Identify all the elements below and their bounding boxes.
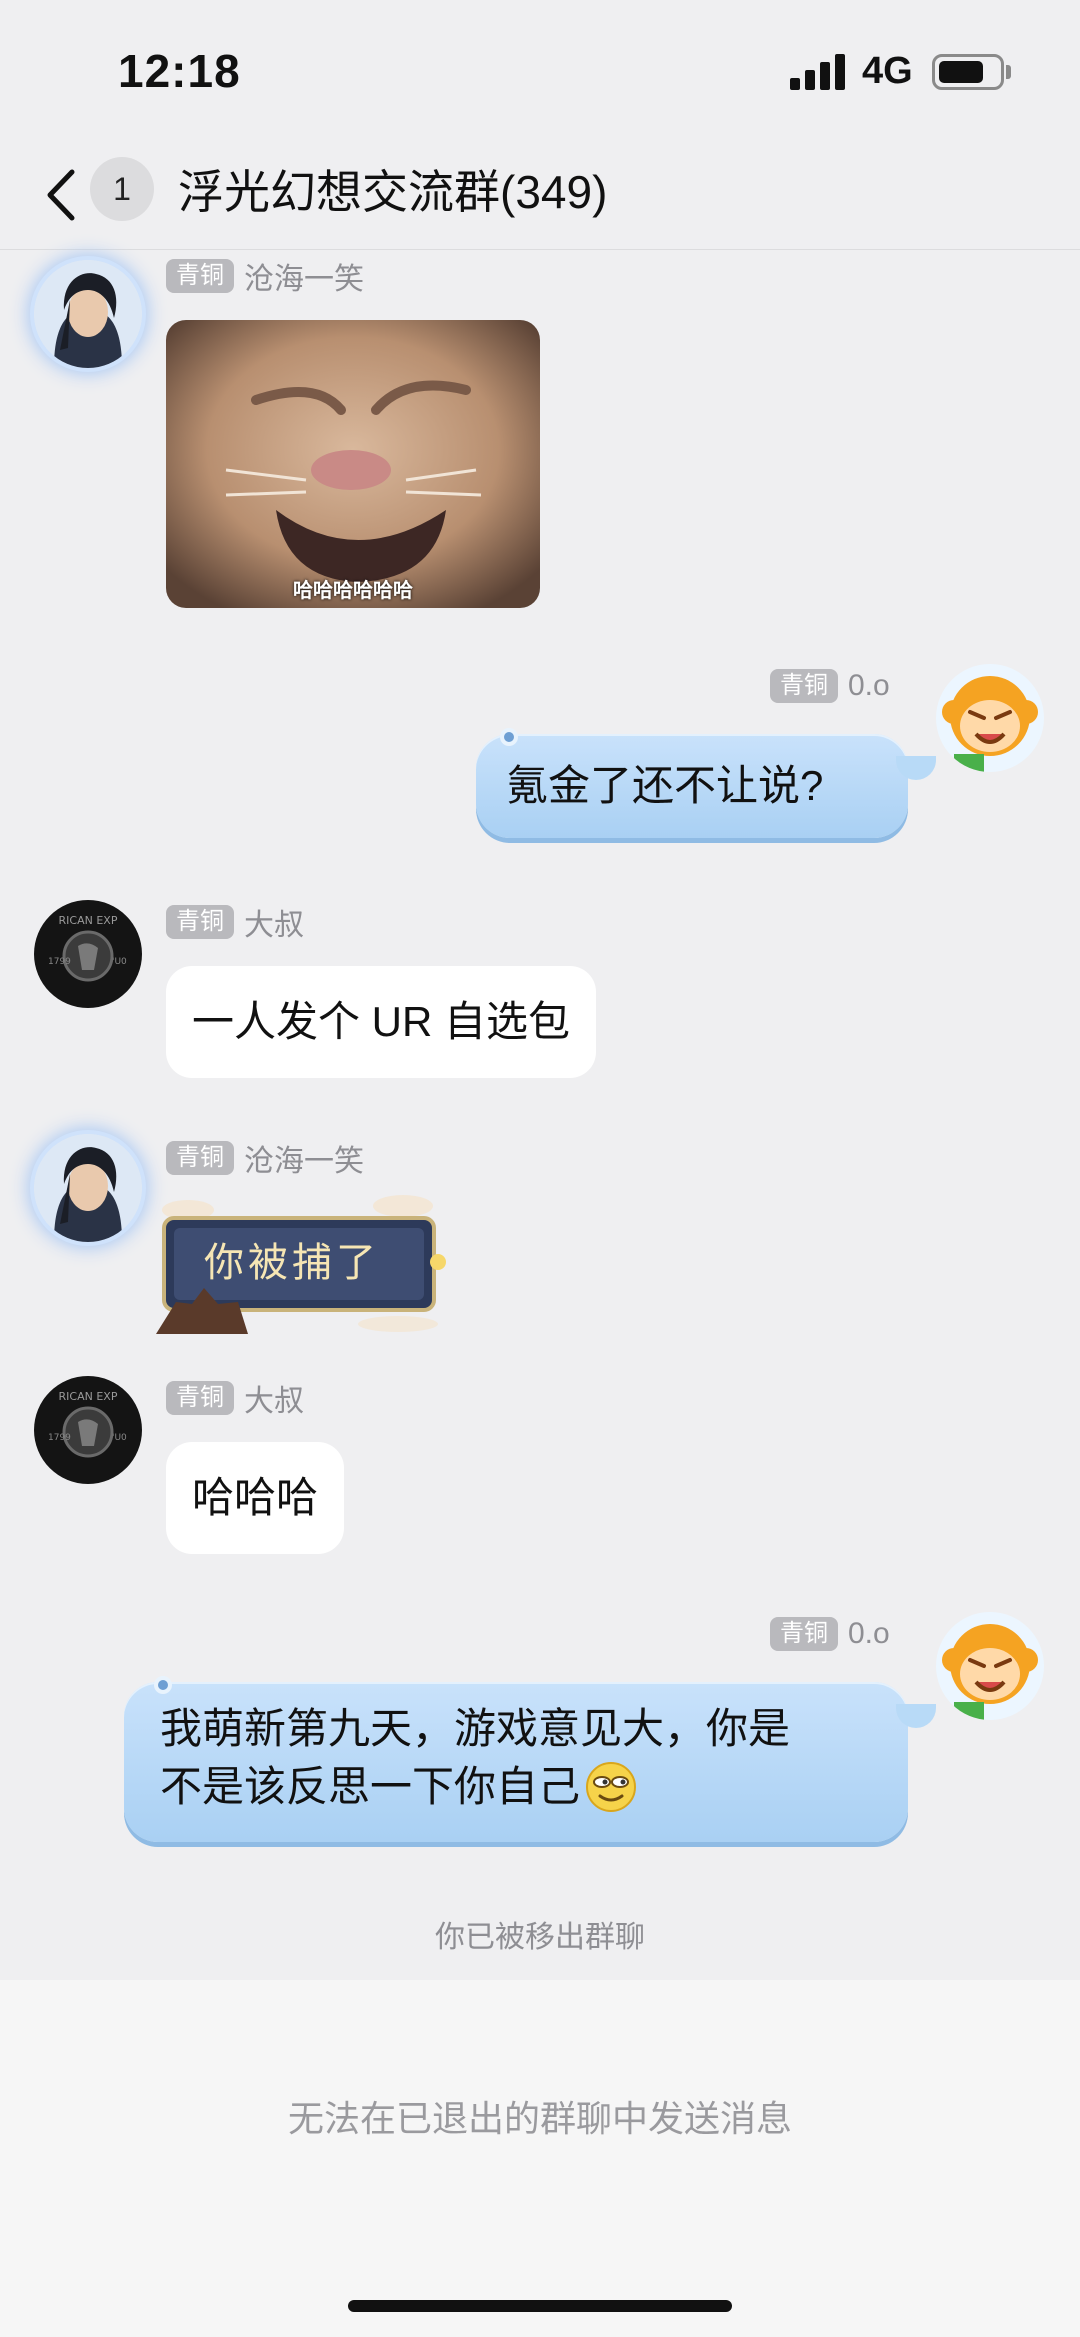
back-arrow-icon[interactable]: [40, 162, 84, 228]
svg-text:'U0: 'U0: [112, 957, 127, 967]
message-text: 氪金了还不让说?: [506, 762, 824, 809]
sticker-text: 你被捕了: [204, 1240, 380, 1286]
sender-name[interactable]: 0.o: [848, 1617, 890, 1651]
cat-meme-image[interactable]: 哈哈哈哈哈哈: [166, 320, 540, 608]
bubble-tail: [896, 756, 936, 780]
svg-text:1799: 1799: [48, 957, 71, 967]
group-title[interactable]: 浮光幻想交流群(349): [178, 160, 607, 224]
system-notice: 你已被移出群聊: [435, 1921, 645, 1954]
sender-row: 青铜 0.o: [770, 1616, 890, 1652]
rank-badge: 青铜: [770, 1617, 838, 1651]
rank-badge: 青铜: [166, 1381, 234, 1415]
avatar-canghai[interactable]: [34, 1134, 142, 1242]
svg-text:1799: 1799: [48, 1433, 71, 1443]
unread-count-badge[interactable]: 1: [90, 157, 154, 221]
message-bubble[interactable]: 哈哈哈: [166, 1442, 345, 1554]
message-text-line2: 不是该反思一下你自己: [160, 1763, 581, 1810]
chat-header: 1 浮光幻想交流群(349): [0, 140, 1080, 250]
input-area-disabled: 无法在已退出的群聊中发送消息: [0, 1980, 1080, 2337]
svg-text:'U0: 'U0: [112, 1433, 127, 1443]
sender-row: 青铜 沧海一笑: [166, 1140, 364, 1178]
sender-name[interactable]: 沧海一笑: [244, 254, 364, 298]
battery-icon: [932, 54, 1004, 90]
rank-badge: 青铜: [770, 669, 838, 703]
rank-badge: 青铜: [166, 905, 234, 939]
bubble-tail: [896, 1704, 936, 1728]
message-text-line1: 我萌新第九天，游戏意见大，你是: [160, 1705, 791, 1752]
network-type: 4G: [862, 50, 913, 92]
sender-name[interactable]: 大叔: [244, 900, 304, 944]
sender-name[interactable]: 沧海一笑: [244, 1136, 364, 1180]
rank-badge: 青铜: [166, 1141, 234, 1175]
sender-name[interactable]: 大叔: [244, 1376, 304, 1420]
status-bar: 12:18 4G: [0, 0, 1080, 140]
sender-row: 青铜 沧海一笑: [166, 258, 364, 296]
status-time: 12:18: [118, 45, 241, 97]
input-disabled-hint: 无法在已退出的群聊中发送消息: [287, 2098, 792, 2139]
rank-badge: 青铜: [166, 259, 234, 293]
smirk-emoji-icon: [586, 1762, 637, 1812]
sender-name[interactable]: 0.o: [848, 669, 890, 703]
message-bubble[interactable]: 一人发个 UR 自选包: [166, 966, 597, 1078]
bubble-decoration: [154, 1676, 172, 1694]
bubble-decoration: [500, 728, 518, 746]
avatar-self-monkey[interactable]: [936, 1612, 1044, 1720]
svg-text:RICAN EXP: RICAN EXP: [59, 914, 118, 927]
signal-icon: [790, 54, 846, 90]
avatar-dashu[interactable]: RICAN EXP 1799 'U0: [34, 900, 142, 1008]
avatar-self-monkey[interactable]: [936, 664, 1044, 772]
avatar-canghai[interactable]: [34, 260, 142, 368]
battery-cap: [1006, 65, 1011, 79]
svg-text:RICAN EXP: RICAN EXP: [59, 1390, 118, 1403]
avatar-dashu[interactable]: RICAN EXP 1799 'U0: [34, 1376, 142, 1484]
sender-row: 青铜 大叔: [166, 1380, 304, 1418]
image-caption: 哈哈哈哈哈哈: [293, 580, 413, 602]
sticker-image[interactable]: 你被捕了: [148, 1192, 448, 1334]
sender-row: 青铜 大叔: [166, 904, 304, 942]
home-indicator[interactable]: [348, 2300, 732, 2312]
message-bubble-self[interactable]: 氪金了还不让说?: [476, 728, 936, 838]
message-bubble-self[interactable]: 我萌新第九天，游戏意见大，你是 不是该反思一下你自己: [124, 1676, 936, 1842]
message-text-line2-row: 不是该反思一下你自己: [160, 1758, 638, 1816]
sender-row: 青铜 0.o: [770, 668, 890, 704]
